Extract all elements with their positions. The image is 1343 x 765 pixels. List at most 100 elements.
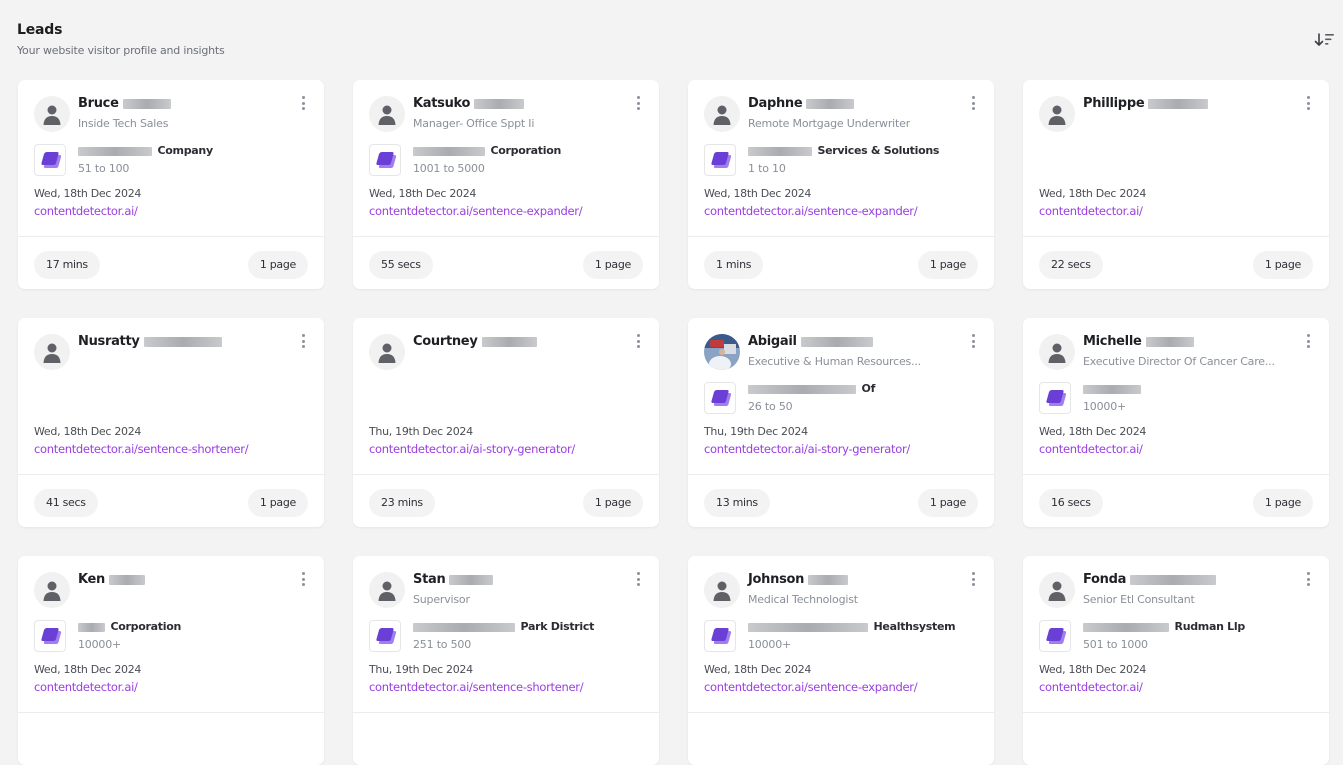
lead-name: Michelle [1083, 334, 1194, 349]
kebab-dot [971, 101, 975, 105]
company-size: 251 to 500 [413, 638, 472, 651]
pages-viewed-badge: 1 page [582, 489, 643, 517]
user-photo [704, 334, 740, 370]
lead-name: Nusratty [78, 334, 222, 349]
lead-job-title: Manager- Office Sppt Ii [413, 117, 535, 130]
more-options-button[interactable] [1303, 334, 1313, 350]
kebab-dot [301, 577, 305, 581]
visited-page-link[interactable]: contentdetector.ai/ai-story-generator/ [704, 442, 910, 456]
avatar [1039, 334, 1075, 370]
lead-card[interactable]: Bruce Inside Tech Sales Company 51 to 10… [18, 80, 324, 289]
redacted-company-name [748, 384, 856, 394]
lead-job-title: Senior Etl Consultant [1083, 593, 1195, 606]
pages-viewed-badge: 1 page [1252, 251, 1313, 279]
avatar [34, 572, 70, 608]
page-title: Leads [17, 22, 63, 38]
default-user-icon [704, 572, 740, 608]
lead-card[interactable]: Stan Supervisor Park District 251 to 500… [353, 556, 659, 765]
company-size: 1 to 10 [748, 162, 786, 175]
more-options-button[interactable] [1303, 572, 1313, 588]
visited-page-link[interactable]: contentdetector.ai/sentence-shortener/ [34, 442, 249, 456]
more-options-button[interactable] [1303, 96, 1313, 112]
visit-duration-badge: 55 secs [369, 251, 433, 279]
lead-job-title: Executive & Human Resources... [748, 355, 921, 368]
avatar [704, 334, 740, 370]
company-logo-icon [704, 620, 736, 652]
default-user-icon [369, 572, 405, 608]
lead-card[interactable]: Phillippe Wed, 18th Dec 2024 contentdete… [1023, 80, 1329, 289]
redacted-company-name [748, 622, 868, 632]
lead-name: Daphne [748, 96, 855, 111]
company-size: 1001 to 5000 [413, 162, 485, 175]
kebab-dot [636, 101, 640, 105]
sort-button[interactable] [1313, 30, 1337, 50]
visited-page-link[interactable]: contentdetector.ai/sentence-expander/ [704, 204, 918, 218]
lead-card[interactable]: Ken Corporation 10000+ Wed, 18th Dec 202… [18, 556, 324, 765]
lead-name: Katsuko [413, 96, 525, 111]
company-logo-icon [34, 620, 66, 652]
visited-page-link[interactable]: contentdetector.ai/ [1039, 680, 1143, 694]
default-user-icon [1039, 96, 1075, 132]
more-options-button[interactable] [633, 96, 643, 112]
company-size: 26 to 50 [748, 400, 793, 413]
lead-first-name: Bruce [78, 96, 119, 111]
card-footer [353, 712, 659, 765]
company-size: 10000+ [1083, 400, 1127, 413]
card-footer: 1 mins 1 page [688, 236, 994, 289]
redacted-last-name [143, 336, 222, 347]
more-options-button[interactable] [298, 572, 308, 588]
kebab-dot [301, 96, 305, 99]
company-name: Park District [413, 620, 594, 633]
visited-page-link[interactable]: contentdetector.ai/ai-story-generator/ [369, 442, 575, 456]
more-options-button[interactable] [633, 334, 643, 350]
more-options-button[interactable] [968, 334, 978, 350]
company-name [1083, 382, 1143, 395]
visited-page-link[interactable]: contentdetector.ai/ [1039, 442, 1143, 456]
visit-duration-badge: 41 secs [34, 489, 98, 517]
visited-page-link[interactable]: contentdetector.ai/sentence-expander/ [704, 680, 918, 694]
more-options-button[interactable] [968, 96, 978, 112]
avatar [369, 572, 405, 608]
lead-card[interactable]: Fonda Senior Etl Consultant Rudman Llp 5… [1023, 556, 1329, 765]
company-name-suffix: Corporation [487, 144, 562, 157]
lead-card[interactable]: Johnson Medical Technologist Healthsyste… [688, 556, 994, 765]
kebab-dot [636, 96, 640, 99]
default-user-icon [34, 572, 70, 608]
company-name-suffix: Services & Solutions [814, 144, 940, 157]
visited-page-link[interactable]: contentdetector.ai/ [34, 680, 138, 694]
visited-page-link[interactable]: contentdetector.ai/ [1039, 204, 1143, 218]
more-options-button[interactable] [298, 334, 308, 350]
lead-card[interactable]: Katsuko Manager- Office Sppt Ii Corporat… [353, 80, 659, 289]
redacted-last-name [1130, 574, 1217, 585]
visit-duration-badge: 1 mins [704, 251, 764, 279]
avatar [369, 96, 405, 132]
redacted-last-name [449, 574, 494, 585]
kebab-dot [301, 339, 305, 343]
redacted-last-name [1148, 98, 1209, 109]
pages-viewed-badge: 1 page [917, 251, 978, 279]
more-options-button[interactable] [633, 572, 643, 588]
company-logo-icon [1039, 620, 1071, 652]
visited-page-link[interactable]: contentdetector.ai/ [34, 204, 138, 218]
visited-page-link[interactable]: contentdetector.ai/sentence-expander/ [369, 204, 583, 218]
page-header: Leads Your website visitor profile and i… [17, 22, 225, 57]
company-size: 501 to 1000 [1083, 638, 1148, 651]
lead-card[interactable]: Abigail Executive & Human Resources... O… [688, 318, 994, 527]
company-logo-icon [704, 144, 736, 176]
company-name: Services & Solutions [748, 144, 939, 157]
lead-card[interactable]: Michelle Executive Director Of Cancer Ca… [1023, 318, 1329, 527]
lead-card[interactable]: Daphne Remote Mortgage Underwriter Servi… [688, 80, 994, 289]
lead-first-name: Nusratty [78, 334, 140, 349]
lead-card[interactable]: Courtney Thu, 19th Dec 2024 contentdetec… [353, 318, 659, 527]
lead-job-title: Remote Mortgage Underwriter [748, 117, 911, 130]
visit-date: Thu, 19th Dec 2024 [704, 425, 808, 438]
redacted-company-name [413, 622, 515, 632]
more-options-button[interactable] [968, 572, 978, 588]
more-options-button[interactable] [298, 96, 308, 112]
visited-page-link[interactable]: contentdetector.ai/sentence-shortener/ [369, 680, 584, 694]
lead-name: Abigail [748, 334, 873, 349]
kebab-dot [1306, 339, 1310, 343]
lead-card[interactable]: Nusratty Wed, 18th Dec 2024 contentdetec… [18, 318, 324, 527]
lead-name: Phillippe [1083, 96, 1209, 111]
lead-first-name: Daphne [748, 96, 803, 111]
